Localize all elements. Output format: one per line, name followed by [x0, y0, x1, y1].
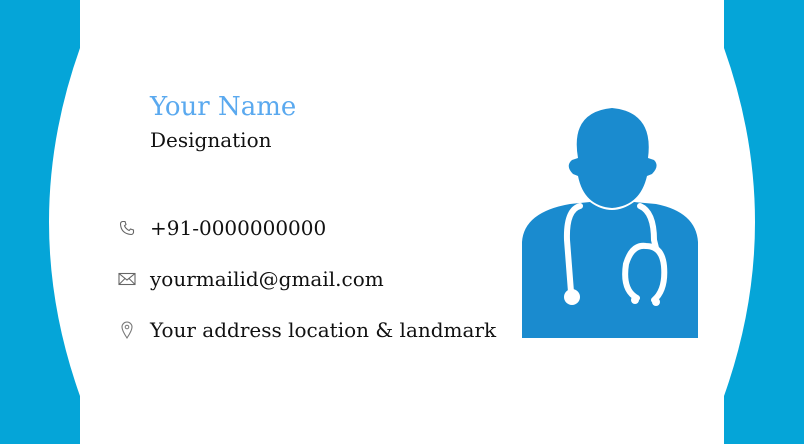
right-accent-shape — [724, 0, 804, 444]
doctor-with-stethoscope-icon — [522, 108, 698, 338]
location-pin-icon — [118, 321, 136, 339]
person-designation: Designation — [150, 128, 272, 152]
phone-number: +91-0000000000 — [150, 216, 327, 240]
contact-email: yourmailid@gmail.com — [118, 265, 384, 293]
phone-icon — [118, 219, 136, 237]
business-card: Your Name Designation +91-0000000000 you… — [0, 0, 804, 444]
email-address: yourmailid@gmail.com — [150, 267, 384, 291]
contact-phone: +91-0000000000 — [118, 214, 326, 242]
postal-address: Your address location & landmark — [150, 318, 497, 342]
mail-icon — [118, 270, 136, 288]
contact-address: Your address location & landmark — [118, 316, 496, 344]
left-accent-shape — [0, 0, 80, 444]
person-name: Your Name — [150, 92, 297, 122]
